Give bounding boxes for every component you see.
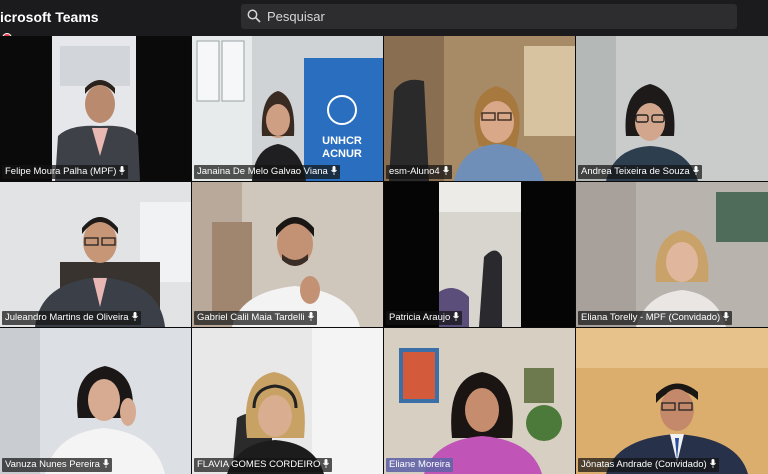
mic-icon xyxy=(723,312,730,321)
participant-name-text: Eliane Moreira xyxy=(389,459,451,470)
video-feed xyxy=(384,182,575,327)
participant-name-text: Juleandro Martins de Oliveira xyxy=(5,312,129,323)
participant-tile[interactable]: Juleandro Martins de Oliveira xyxy=(0,182,191,327)
participant-name: Janaina De Melo Galvao Viana xyxy=(194,165,340,179)
mic-icon xyxy=(119,166,126,175)
participant-tile[interactable]: Eliana Torelly - MPF (Convidado) xyxy=(576,182,768,327)
participant-name: Felipe Moura Palha (MPF) xyxy=(2,165,129,179)
participant-name: Eliane Moreira xyxy=(386,458,454,472)
search-box[interactable]: Pesquisar xyxy=(241,4,737,29)
mic-icon xyxy=(323,459,330,468)
banner-text: UNHCR xyxy=(322,135,362,147)
participant-name: esm-Aluno4 xyxy=(386,165,452,179)
mic-icon xyxy=(330,166,337,175)
mic-icon xyxy=(453,312,460,321)
participant-name-text: Janaina De Melo Galvao Viana xyxy=(197,166,328,177)
participant-tile[interactable]: FLAVIA GOMES CORDEIRO xyxy=(192,328,383,474)
participant-tile[interactable]: Jônatas Andrade (Convidado) xyxy=(576,328,768,474)
participant-name-text: Gabriel Calil Maia Tardelli xyxy=(197,312,305,323)
participant-name: Eliana Torelly - MPF (Convidado) xyxy=(578,311,733,325)
video-feed xyxy=(576,328,768,474)
participant-name: Andrea Teixeira de Souza xyxy=(578,165,702,179)
participant-tile[interactable]: Andrea Teixeira de Souza xyxy=(576,36,768,181)
participant-name: Vanuza Nunes Pereira xyxy=(2,458,112,472)
participant-name-text: Jônatas Andrade (Convidado) xyxy=(581,459,707,470)
participant-tile[interactable]: Felipe Moura Palha (MPF) xyxy=(0,36,191,181)
video-feed xyxy=(0,182,191,327)
participant-tile[interactable]: esm-Aluno4 xyxy=(384,36,575,181)
video-feed xyxy=(384,36,575,181)
video-feed xyxy=(0,36,191,181)
mic-icon xyxy=(131,312,138,321)
participant-tile[interactable]: UNHCR ACNUR Janaina De Melo Galvao Viana xyxy=(192,36,383,181)
participant-tile[interactable]: Patricia Araujo xyxy=(384,182,575,327)
search-placeholder: Pesquisar xyxy=(267,9,325,24)
participant-name-text: Vanuza Nunes Pereira xyxy=(5,459,100,470)
mic-icon xyxy=(692,166,699,175)
video-feed xyxy=(576,182,768,327)
mic-icon xyxy=(103,459,109,468)
participant-name: Patricia Araujo xyxy=(386,311,463,325)
mic-icon xyxy=(442,166,449,175)
participant-name-text: Patricia Araujo xyxy=(389,312,451,323)
participant-tile[interactable]: Vanuza Nunes Pereira xyxy=(0,328,191,474)
participant-name: FLAVIA GOMES CORDEIRO xyxy=(194,458,333,472)
video-feed xyxy=(384,328,575,474)
video-grid: Felipe Moura Palha (MPF) UNHCR ACNUR Jan… xyxy=(0,36,768,474)
video-feed xyxy=(576,36,768,181)
mic-icon xyxy=(307,312,314,321)
participant-name: Juleandro Martins de Oliveira xyxy=(2,311,141,325)
mic-icon xyxy=(709,459,716,468)
participant-name: Jônatas Andrade (Convidado) xyxy=(578,458,719,472)
video-feed xyxy=(192,328,383,474)
search-icon xyxy=(247,9,261,23)
participant-name-text: Eliana Torelly - MPF (Convidado) xyxy=(581,312,721,323)
participant-name-text: Felipe Moura Palha (MPF) xyxy=(5,166,117,177)
video-feed: UNHCR ACNUR xyxy=(192,36,383,181)
banner-text: ACNUR xyxy=(322,148,362,160)
participant-tile[interactable]: Eliane Moreira xyxy=(384,328,575,474)
participant-tile[interactable]: Gabriel Calil Maia Tardelli xyxy=(192,182,383,327)
app-title: icrosoft Teams xyxy=(0,9,99,25)
participant-name-text: FLAVIA GOMES CORDEIRO xyxy=(197,459,321,470)
video-feed xyxy=(192,182,383,327)
participant-name-text: esm-Aluno4 xyxy=(389,166,440,177)
video-feed xyxy=(0,328,191,474)
title-bar: icrosoft Teams Pesquisar xyxy=(0,0,768,36)
participant-name: Gabriel Calil Maia Tardelli xyxy=(194,311,317,325)
participant-name-text: Andrea Teixeira de Souza xyxy=(581,166,690,177)
